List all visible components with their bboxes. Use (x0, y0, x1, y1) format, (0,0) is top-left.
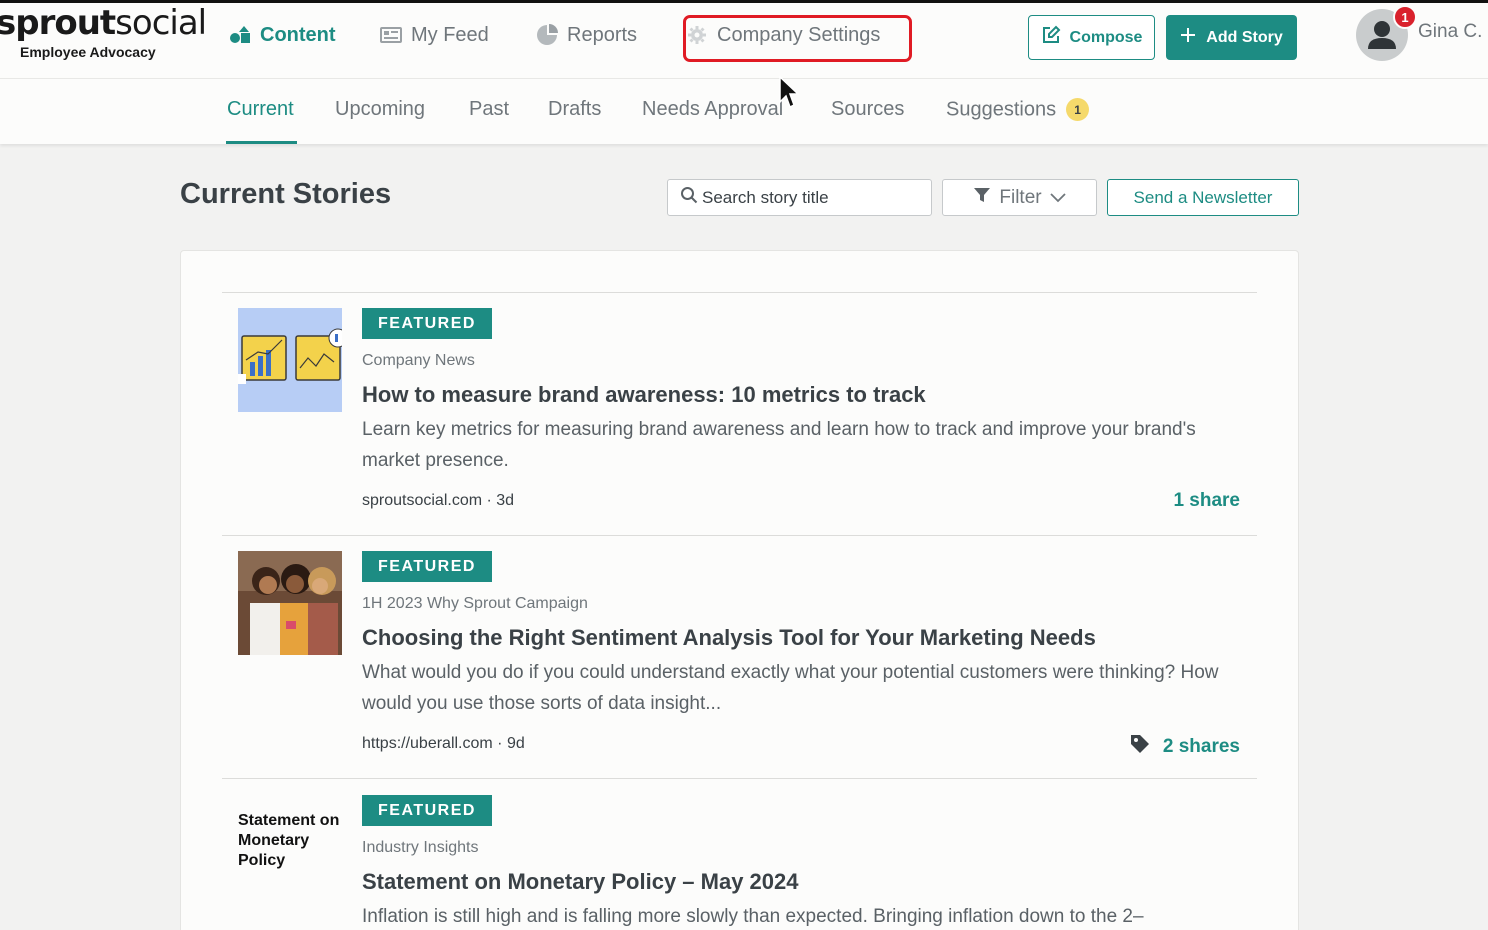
add-story-button[interactable]: Add Story (1166, 15, 1297, 60)
nav-content-label: Content (260, 23, 336, 46)
suggestions-count-badge: 1 (1066, 98, 1090, 121)
add-story-label: Add Story (1206, 28, 1283, 46)
notification-badge[interactable]: 1 (1393, 5, 1417, 29)
chevron-down-icon (1049, 187, 1066, 209)
story-thumbnail[interactable] (238, 308, 342, 412)
top-navigation-bar: sproutsocial Employee Advocacy Content M… (0, 0, 1488, 78)
story-item[interactable]: FEATURED 1H 2023 Why Sprout Campaign Cho… (238, 551, 1248, 771)
nav-my-feed-label: My Feed (411, 23, 489, 46)
story-item[interactable]: FEATURED Company News How to measure bra… (238, 308, 1248, 528)
compose-icon (1041, 25, 1061, 50)
story-category: Industry Insights (362, 839, 479, 856)
compose-label: Compose (1069, 28, 1143, 46)
tab-sources[interactable]: Sources (831, 98, 904, 121)
nav-reports-label: Reports (567, 23, 638, 46)
story-title[interactable]: Statement on Monetary Policy – May 2024 (362, 869, 799, 895)
page-title: Current Stories (180, 178, 392, 210)
search-icon (680, 186, 698, 209)
plus-icon (1180, 27, 1196, 48)
highlight-annotation-box (683, 15, 912, 62)
story-description: Learn key metrics for measuring brand aw… (362, 419, 1196, 471)
active-tab-indicator (226, 141, 297, 144)
story-shares[interactable]: 1 share (1173, 490, 1240, 512)
tab-drafts[interactable]: Drafts (548, 98, 601, 121)
featured-badge: FEATURED (362, 551, 492, 582)
tab-needs-approval[interactable]: Needs Approval (642, 98, 783, 121)
story-source: sproutsocial.com · 3d (362, 492, 515, 509)
story-description: Inflation is still high and is falling m… (362, 906, 1144, 927)
tab-past[interactable]: Past (469, 98, 509, 121)
nav-content[interactable]: Content (229, 21, 336, 49)
tag-icon[interactable] (1129, 733, 1151, 761)
mouse-cursor-icon (778, 75, 800, 115)
brand-metrics-illustration (238, 308, 342, 412)
sprout-social-logo[interactable]: sproutsocial Employee Advocacy (0, 3, 207, 60)
story-tabs-bar: Current Upcoming Past Drafts Needs Appro… (0, 78, 1488, 144)
search-input[interactable] (702, 187, 922, 208)
tab-suggestions-label: Suggestions (946, 98, 1057, 121)
logo-subtitle: Employee Advocacy (20, 44, 156, 60)
tab-upcoming[interactable]: Upcoming (335, 98, 425, 121)
logo-wordmark: sproutsocial (0, 3, 207, 43)
divider (222, 778, 1257, 779)
filter-label: Filter (999, 186, 1042, 208)
story-category: 1H 2023 Why Sprout Campaign (362, 595, 588, 612)
divider (222, 292, 1257, 293)
people-photo-illustration (238, 551, 342, 655)
featured-badge: FEATURED (362, 795, 492, 826)
featured-badge: FEATURED (362, 308, 492, 339)
shares-count: 1 share (1173, 490, 1240, 511)
feed-icon (380, 24, 402, 46)
filter-dropdown[interactable]: Filter (942, 179, 1097, 216)
user-name[interactable]: Gina C. (1418, 21, 1482, 43)
tab-current[interactable]: Current (227, 98, 294, 121)
search-box[interactable] (667, 179, 932, 216)
nav-reports[interactable]: Reports (536, 21, 637, 49)
nav-my-feed[interactable]: My Feed (380, 21, 489, 49)
tab-suggestions[interactable]: Suggestions 1 (946, 98, 1090, 122)
story-description: What would you do if you could understan… (362, 662, 1219, 714)
story-shares[interactable]: 2 shares (1129, 733, 1240, 761)
filter-icon (973, 186, 991, 210)
reports-icon (536, 24, 558, 46)
compose-button[interactable]: Compose (1028, 15, 1155, 60)
story-title[interactable]: Choosing the Right Sentiment Analysis To… (362, 625, 1096, 651)
story-source: https://uberall.com · 9d (362, 735, 525, 752)
story-title[interactable]: How to measure brand awareness: 10 metri… (362, 382, 926, 408)
divider (222, 535, 1257, 536)
story-category: Company News (362, 352, 475, 369)
story-item[interactable]: Statement on Monetary Policy FEATURED In… (238, 795, 1248, 930)
send-newsletter-button[interactable]: Send a Newsletter (1107, 179, 1299, 216)
story-thumbnail[interactable] (238, 551, 342, 655)
shares-count: 2 shares (1162, 736, 1240, 757)
content-icon (229, 24, 251, 46)
story-thumbnail[interactable]: Statement on Monetary Policy (238, 795, 342, 899)
